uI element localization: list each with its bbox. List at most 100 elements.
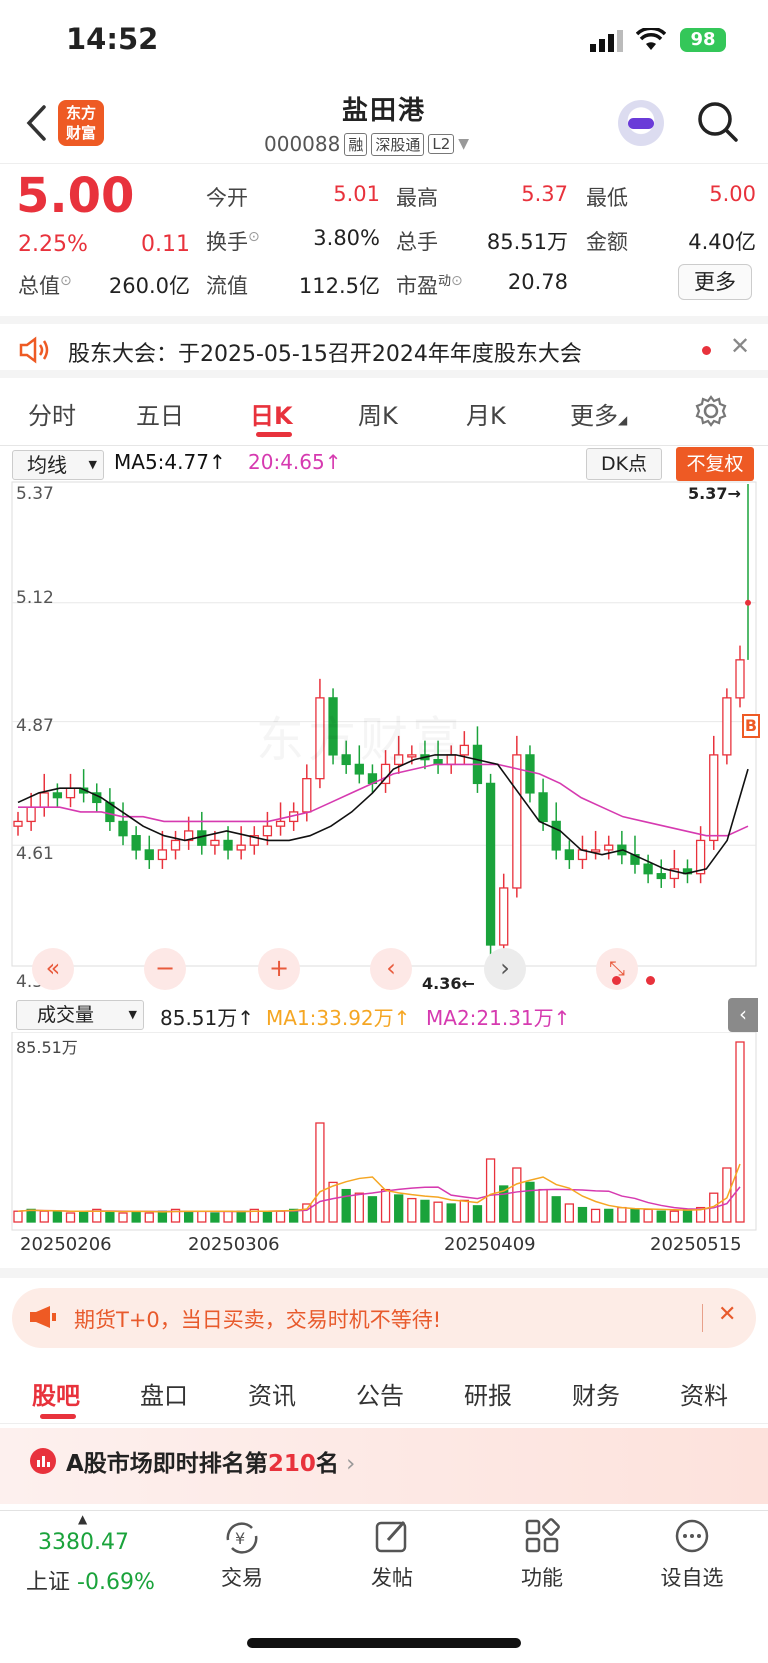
volume-bar xyxy=(590,1208,601,1223)
candle-body xyxy=(170,839,181,851)
ranking-bar[interactable]: A股市场即时排名第210名 › xyxy=(0,1428,768,1504)
chart-watermark: 东方财富 xyxy=(256,700,464,770)
volume-bar xyxy=(354,1192,364,1223)
volume-select[interactable]: 成交量 ▼ xyxy=(16,1000,144,1030)
scroll-left-button[interactable]: ‹ xyxy=(370,948,412,990)
low-marker: 4.36← xyxy=(422,974,475,993)
index-change: -0.69% xyxy=(77,1570,155,1595)
volume-ymax: 85.51万 xyxy=(16,1038,78,1057)
volume-bar xyxy=(52,1210,63,1223)
volume-bar xyxy=(236,1210,246,1223)
open-label: 今开 xyxy=(206,186,248,210)
candle-body xyxy=(604,844,614,851)
more-dots-icon xyxy=(674,1518,710,1558)
more-button[interactable]: 更多 xyxy=(678,264,752,300)
zoom-in-button[interactable]: + xyxy=(258,948,300,990)
nav-post[interactable]: 发帖 xyxy=(342,1562,442,1592)
candle-body xyxy=(157,849,168,861)
volume-bar xyxy=(105,1210,115,1223)
indicator-select[interactable]: 均线 ▼ xyxy=(12,450,104,480)
ranking-text: A股市场即时排名第210名 › xyxy=(66,1451,356,1477)
close-icon[interactable]: ✕ xyxy=(730,332,750,360)
volume-label: 总手 xyxy=(396,230,438,254)
candle-body xyxy=(13,820,23,827)
candle-body xyxy=(722,697,732,756)
volume-bar xyxy=(682,1208,693,1223)
tab-announcements[interactable]: 公告 xyxy=(356,1376,404,1411)
index-value[interactable]: 3380.47 xyxy=(38,1530,129,1555)
pe-label[interactable]: 市盈动⊙ xyxy=(396,270,463,300)
stock-code-row[interactable]: 000088 融 深股通 L2 ▼ xyxy=(264,132,469,156)
market-cap-label[interactable]: 总值⊙ xyxy=(18,270,72,300)
volume-bar xyxy=(39,1210,49,1223)
volume-bar xyxy=(735,1041,745,1223)
info-icon: ⊙ xyxy=(248,229,260,245)
scroll-left-fast-button[interactable]: « xyxy=(32,948,74,990)
index-name: 上证 xyxy=(26,1570,71,1595)
robot-assistant-icon[interactable] xyxy=(618,100,664,146)
candle-body xyxy=(643,863,653,875)
volume-bar xyxy=(13,1210,23,1223)
low-label: 最低 xyxy=(586,186,628,210)
candle-body xyxy=(709,754,719,842)
turnover-value: 3.80% xyxy=(313,226,380,250)
volume-chart[interactable] xyxy=(0,1032,768,1232)
collapse-panel-button[interactable]: ‹ xyxy=(728,998,758,1032)
volume-bar xyxy=(551,1196,561,1223)
tab-monthly-k[interactable]: 月K xyxy=(466,396,506,431)
tag-connect: 深股通 xyxy=(371,132,425,156)
volume-bar xyxy=(275,1210,286,1223)
y-tick-3: 4.61 xyxy=(16,844,54,864)
candle-body xyxy=(485,782,496,946)
tab-forum[interactable]: 股吧 xyxy=(32,1376,80,1411)
trade-icon: ¥ xyxy=(222,1520,262,1560)
ranking-number: 210 xyxy=(267,1451,316,1477)
notice-bar[interactable]: 股东大会：于2025-05-15召开2024年年度股东大会 ✕ xyxy=(0,316,768,378)
banner-text: 期货T+0，当日买卖，交易时机不等待! xyxy=(74,1308,442,1332)
volume-bar xyxy=(433,1201,443,1223)
nav-functions[interactable]: 功能 xyxy=(492,1562,592,1592)
tab-intraday[interactable]: 分时 xyxy=(28,396,76,431)
tab-daily-k[interactable]: 日K xyxy=(250,396,293,431)
chevron-right-icon: › xyxy=(338,1451,356,1477)
dk-point-button[interactable]: DK点 xyxy=(586,448,662,480)
candle-body xyxy=(262,825,273,837)
zoom-out-button[interactable]: − xyxy=(144,948,186,990)
close-icon[interactable]: ✕ xyxy=(718,1302,736,1327)
index-row[interactable]: 上证 -0.69% xyxy=(26,1564,155,1596)
volume-bar xyxy=(328,1181,338,1223)
date-label-2: 20250409 xyxy=(444,1234,536,1255)
candle-body xyxy=(236,844,246,851)
search-icon[interactable] xyxy=(696,100,740,148)
volume-bar xyxy=(669,1210,680,1223)
no-adjust-button[interactable]: 不复权 xyxy=(676,447,754,481)
tab-research[interactable]: 研报 xyxy=(464,1376,512,1411)
candle-body xyxy=(590,849,601,853)
tab-five-day[interactable]: 五日 xyxy=(136,396,184,431)
high-marker: 5.37→ xyxy=(688,484,741,503)
futures-banner[interactable]: 期货T+0，当日买卖，交易时机不等待! ✕ xyxy=(12,1288,756,1348)
tab-profile[interactable]: 资料 xyxy=(680,1376,728,1411)
caret-icon: ▼ xyxy=(88,458,97,471)
grid-icon xyxy=(524,1518,560,1558)
volume-bar xyxy=(367,1196,378,1223)
y-tick-0: 5.37 xyxy=(16,484,54,504)
date-label-3: 20250515 xyxy=(650,1234,742,1255)
pe-value: 20.78 xyxy=(507,270,568,294)
candle-body xyxy=(197,830,207,846)
buy-marker: B xyxy=(742,714,760,738)
tab-weekly-k[interactable]: 周K xyxy=(358,396,398,431)
y-tick-1: 5.12 xyxy=(16,588,54,608)
indicator-dot xyxy=(646,976,655,985)
nav-trade[interactable]: 交易 xyxy=(192,1562,292,1592)
settings-gear-icon[interactable] xyxy=(694,394,728,432)
nav-add-watchlist[interactable]: 设自选 xyxy=(642,1562,742,1592)
tab-financials[interactable]: 财务 xyxy=(572,1376,620,1411)
tab-order-book[interactable]: 盘口 xyxy=(140,1376,188,1411)
volume-bar xyxy=(420,1199,430,1223)
turnover-label[interactable]: 换手⊙ xyxy=(206,226,260,256)
volume-bar xyxy=(78,1210,89,1223)
tab-news[interactable]: 资讯 xyxy=(248,1376,296,1411)
tab-more[interactable]: 更多◢ xyxy=(570,396,627,431)
scroll-right-button[interactable]: › xyxy=(484,948,526,990)
